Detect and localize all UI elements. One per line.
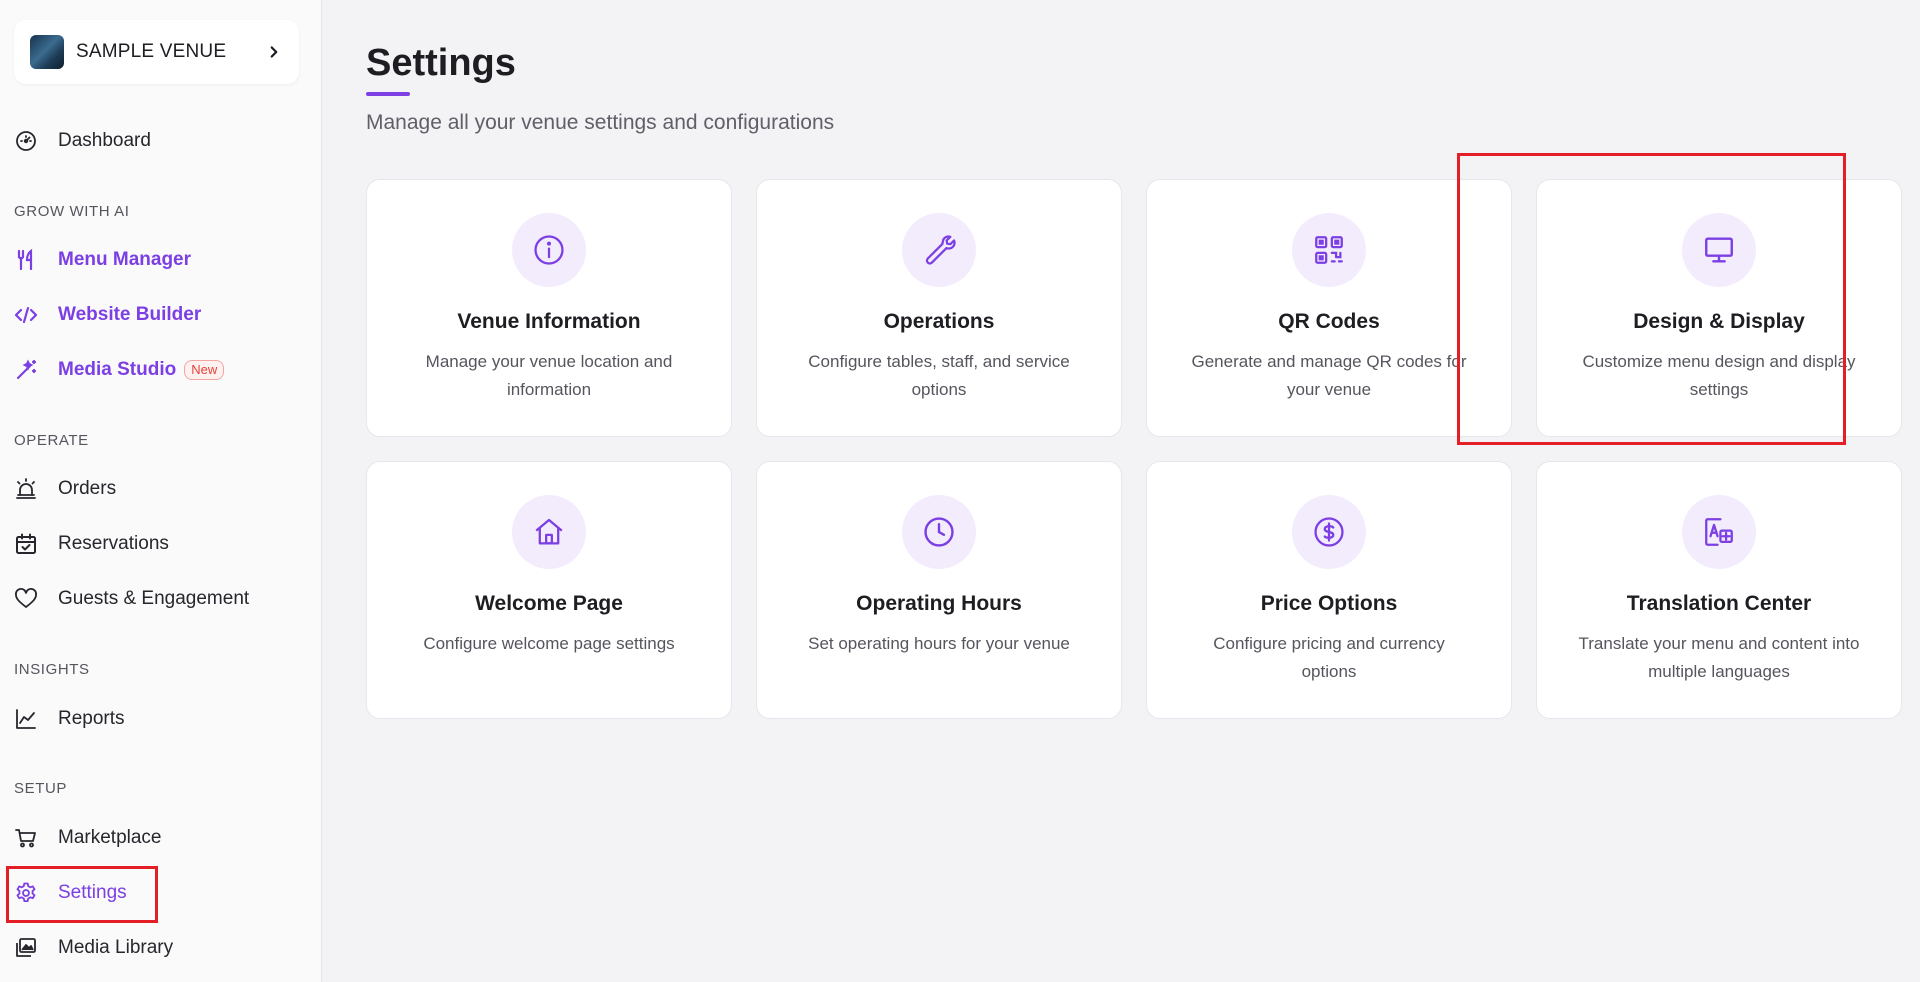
sidebar-item-label: Media Studio [58,359,177,380]
card-operations[interactable]: Operations Configure tables, staff, and … [756,179,1122,437]
card-description: Set operating hours for your venue [808,634,1070,653]
cart-icon [14,826,38,850]
gauge-icon [14,129,38,153]
card-title: Translation Center [1626,592,1812,615]
chevron-right-icon [265,43,283,61]
page-subtitle: Manage all your venue settings and confi… [366,111,835,134]
page-title: Settings [366,42,516,84]
code-icon [14,303,38,327]
sidebar: SAMPLE VENUE Dashboard GROW WITH AI Menu… [0,0,322,982]
sidebar-item-label: Menu Manager [58,249,192,270]
card-qr-codes[interactable]: QR Codes Generate and manage QR codes fo… [1146,179,1512,437]
sidebar-item-label: Orders [58,478,117,499]
card-operating-hours[interactable]: Operating Hours Set operating hours for … [756,461,1122,719]
card-title: Price Options [1260,592,1398,615]
sidebar-item-label: Media Library [58,937,174,958]
card-title: QR Codes [1278,310,1380,333]
sidebar-item-settings[interactable]: Settings [14,873,127,913]
card-description: Customize menu design and display settin… [1582,352,1856,399]
settings-grid: Venue Information Manage your venue loca… [366,179,1906,719]
calendar-check-icon [14,532,38,556]
venue-name: SAMPLE VENUE [76,41,227,62]
section-label-insights: INSIGHTS [14,661,90,678]
sidebar-item-label: Dashboard [58,130,151,151]
sidebar-item-website-builder[interactable]: Website Builder [14,295,201,335]
card-description: Configure welcome page settings [423,634,675,653]
clock-icon [902,495,976,569]
card-title: Operations [883,310,995,333]
translate-icon [1682,495,1756,569]
card-title: Operating Hours [856,592,1022,615]
sidebar-item-label: Marketplace [58,827,162,848]
sidebar-item-orders[interactable]: Orders [14,469,116,509]
gear-icon [14,881,38,905]
info-icon [512,213,586,287]
images-icon [14,936,38,960]
main-content: Settings Manage all your venue settings … [322,0,1920,982]
sidebar-item-label: Website Builder [58,304,202,325]
card-welcome-page[interactable]: Welcome Page Configure welcome page sett… [366,461,732,719]
wrench-icon [902,213,976,287]
venue-switcher[interactable]: SAMPLE VENUE [14,20,299,84]
sidebar-item-reservations[interactable]: Reservations [14,524,169,564]
sidebar-item-media-studio[interactable]: Media Studio New [14,350,225,390]
sidebar-item-menu-manager[interactable]: Menu Manager [14,240,191,280]
card-description: Generate and manage QR codes for your ve… [1191,352,1467,399]
card-price-options[interactable]: Price Options Configure pricing and curr… [1146,461,1512,719]
section-label-grow: GROW WITH AI [14,203,130,220]
line-chart-icon [14,707,38,731]
section-label-setup: SETUP [14,780,68,797]
home-icon [512,495,586,569]
venue-avatar [30,35,64,69]
card-description: Manage your venue location and informati… [425,352,673,399]
magic-wand-icon [14,358,38,382]
new-badge: New [184,360,225,380]
card-translation-center[interactable]: Translation Center Translate your menu a… [1536,461,1902,719]
card-venue-information[interactable]: Venue Information Manage your venue loca… [366,179,732,437]
section-label-operate: OPERATE [14,432,89,449]
sidebar-item-label: Guests & Engagement [58,588,250,609]
dollar-circle-icon [1292,495,1366,569]
card-title: Venue Information [457,310,641,333]
fork-knife-icon [14,248,38,272]
card-description: Configure pricing and currency options [1213,634,1445,681]
sidebar-item-guests-engagement[interactable]: Guests & Engagement [14,579,249,619]
qr-code-icon [1292,213,1366,287]
heart-icon [14,587,38,611]
sidebar-item-dashboard[interactable]: Dashboard [14,121,151,161]
sidebar-item-media-library[interactable]: Media Library [14,928,173,968]
card-description: Configure tables, staff, and service opt… [808,352,1070,399]
monitor-icon [1682,213,1756,287]
card-design-display[interactable]: Design & Display Customize menu design a… [1536,179,1902,437]
card-description: Translate your menu and content into mul… [1578,634,1860,681]
sidebar-item-marketplace[interactable]: Marketplace [14,818,162,858]
sidebar-item-label: Settings [58,882,127,903]
sidebar-item-label: Reports [58,708,125,729]
alarm-bell-icon [14,477,38,501]
title-underline [366,92,410,96]
card-title: Design & Display [1633,310,1805,333]
sidebar-item-reports[interactable]: Reports [14,699,125,739]
sidebar-item-label: Reservations [58,533,169,554]
card-title: Welcome Page [475,592,623,615]
